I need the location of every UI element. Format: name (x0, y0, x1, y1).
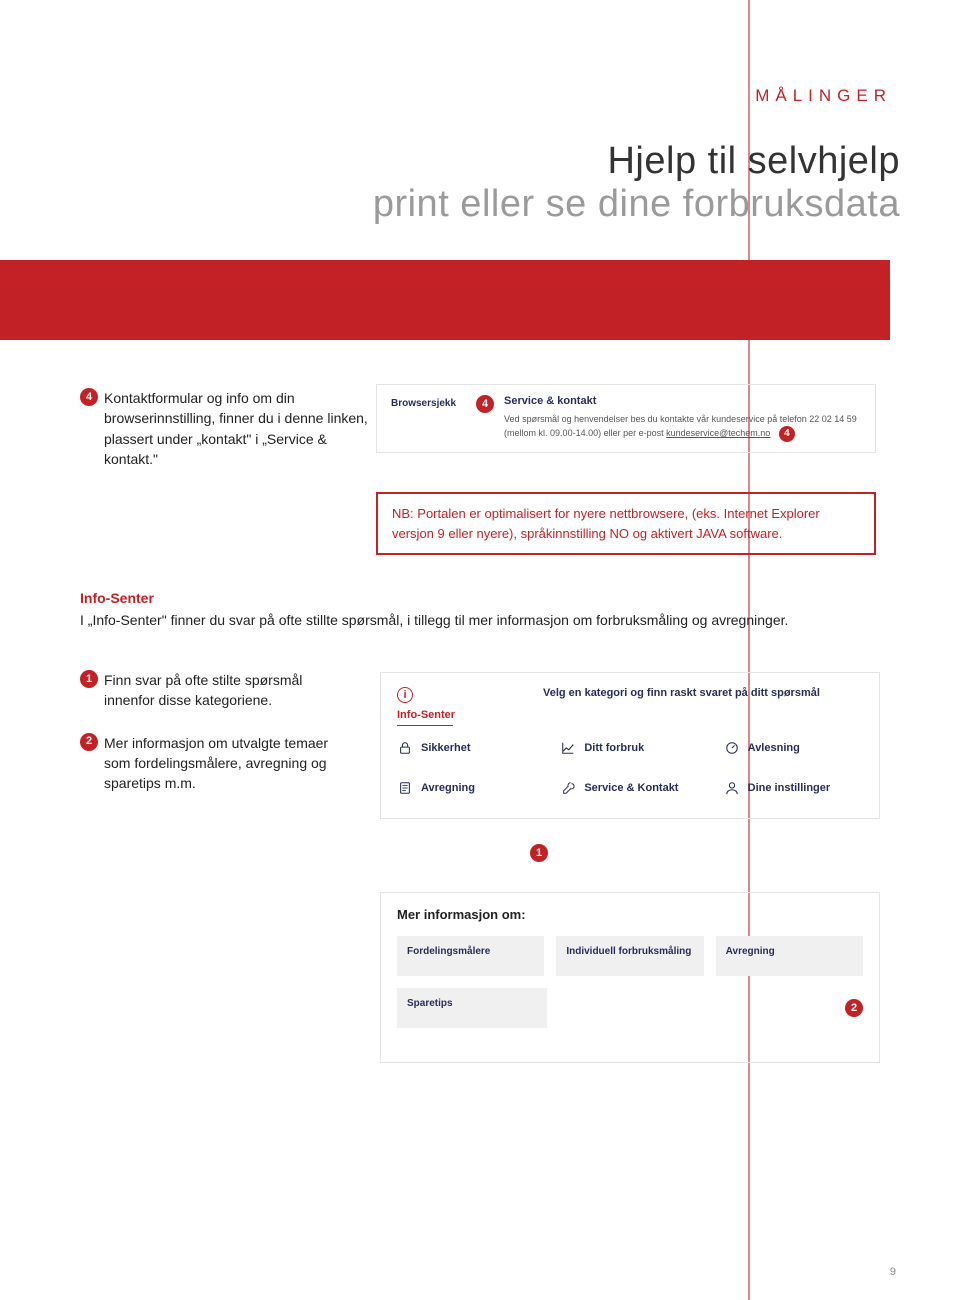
mp-label: Fordelingsmålere (407, 946, 490, 957)
service-kontakt-snippet: Browsersjekk 4 Service & kontakt Ved spø… (376, 384, 876, 453)
info-senter-panel-label: Info-Senter (397, 709, 455, 721)
category-label: Dine instillinger (748, 782, 831, 794)
faq-text-1: Finn svar på ofte stilte spørsmål innenf… (104, 670, 350, 711)
active-underline (397, 725, 453, 726)
section-4-text: Kontaktformular og info om din browserin… (104, 388, 374, 469)
category-dine-instillinger[interactable]: Dine instillinger (724, 780, 863, 796)
info-senter-section: Info-Senter I „Info-Senter" finner du sv… (80, 590, 880, 631)
callout-bullet-1: 1 (530, 844, 548, 862)
snippet-bullet-4: 4 (476, 395, 494, 413)
faq-column: 1 Finn svar på ofte stilte spørsmål inne… (80, 670, 350, 815)
bullet-4: 4 (80, 388, 98, 406)
page-number: 9 (890, 1266, 896, 1278)
chart-icon (560, 740, 576, 756)
snippet-sub-bullet: 4 (779, 426, 795, 442)
faq-bullet-1: 1 (80, 670, 98, 688)
category-label: Sikkerhet (421, 742, 471, 754)
user-icon (724, 780, 740, 796)
document-icon (397, 780, 413, 796)
category-avregning[interactable]: Avregning (397, 780, 536, 796)
more-item-avregning[interactable]: Avregning (716, 936, 863, 976)
lock-icon (397, 740, 413, 756)
category-service-kontakt[interactable]: Service & Kontakt (560, 780, 699, 796)
red-banner (0, 260, 890, 340)
snippet-service-body: Ved spørsmål og henvendelser bes du kont… (504, 413, 861, 442)
category-label: Service & Kontakt (584, 782, 678, 794)
more-info-panel: Mer informasjon om: Fordelingsmålere Ind… (380, 892, 880, 1063)
category-avlesning[interactable]: Avlesning (724, 740, 863, 756)
info-icon: i (397, 687, 413, 703)
running-head: MÅLINGER (755, 86, 892, 106)
more-info-title: Mer informasjon om: (397, 907, 863, 922)
faq-item-1: 1 Finn svar på ofte stilte spørsmål inne… (80, 670, 350, 711)
category-sikkerhet[interactable]: Sikkerhet (397, 740, 536, 756)
faq-text-2: Mer informasjon om utvalgte temaer som f… (104, 733, 350, 794)
snippet-email-link[interactable]: kundeservice@techem.no (666, 428, 770, 438)
mp-label: Individuell forbruksmåling (566, 946, 691, 957)
page-title: Hjelp til selvhjelp print eller se dine … (60, 140, 900, 226)
browsersjekk-label: Browsersjekk (391, 395, 456, 413)
more-item-sparetips[interactable]: Sparetips (397, 988, 547, 1028)
info-senter-body: I „Info-Senter" finner du svar på ofte s… (80, 610, 880, 631)
mp-label: Sparetips (407, 998, 453, 1009)
category-label: Avlesning (748, 742, 800, 754)
category-ditt-forbruk[interactable]: Ditt forbruk (560, 740, 699, 756)
info-senter-heading: Info-Senter (80, 590, 880, 606)
category-label: Ditt forbruk (584, 742, 644, 754)
nb-note-box: NB: Portalen er optimalisert for nyere n… (376, 492, 876, 555)
faq-bullet-2: 2 (80, 733, 98, 751)
callout-bullet-2: 2 (845, 999, 863, 1017)
mp-label: Avregning (726, 946, 775, 957)
title-line1: Hjelp til selvhjelp (60, 140, 900, 183)
tool-icon (560, 780, 576, 796)
more-item-individuell[interactable]: Individuell forbruksmåling (556, 936, 703, 976)
info-senter-category-panel: i Info-Senter Velg en kategori og finn r… (380, 672, 880, 819)
category-label: Avregning (421, 782, 475, 794)
title-line2: print eller se dine forbruksdata (60, 183, 900, 226)
snippet-service-title: Service & kontakt (504, 395, 861, 407)
meter-icon (724, 740, 740, 756)
more-item-fordelingsmalere[interactable]: Fordelingsmålere (397, 936, 544, 976)
category-prompt: Velg en kategori og finn raskt svaret på… (543, 687, 863, 699)
faq-item-2: 2 Mer informasjon om utvalgte temaer som… (80, 733, 350, 794)
